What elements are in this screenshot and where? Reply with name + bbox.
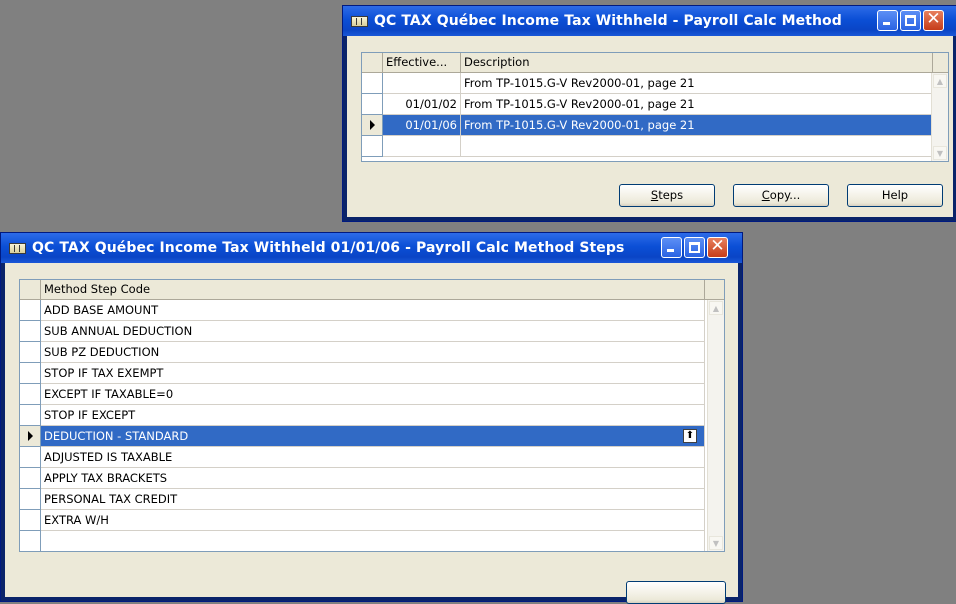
help-label: Help (881, 188, 909, 202)
effective-cell[interactable] (383, 73, 461, 94)
row-selector[interactable] (20, 342, 41, 363)
close-icon: ✕ (710, 236, 725, 256)
method-step-code-cell[interactable]: APPLY TAX BRACKETS (41, 468, 705, 489)
row-selector[interactable] (362, 94, 383, 115)
row-selector[interactable] (20, 384, 41, 405)
table-row-empty[interactable] (362, 136, 933, 157)
table-row[interactable]: 01/01/02 From TP-1015.G-V Rev2000-01, pa… (362, 94, 933, 115)
title-bar[interactable]: QC TAX Québec Income Tax Withheld 01/01/… (1, 233, 742, 263)
close-button[interactable]: ✕ (923, 9, 944, 31)
window-client: Method Step Code ADD BASE AMOUNT SUB ANNU… (5, 263, 738, 604)
table-row[interactable]: SUB PZ DEDUCTION (20, 342, 705, 363)
table-row[interactable]: PERSONAL TAX CREDIT (20, 489, 705, 510)
method-step-code-cell[interactable]: ADD BASE AMOUNT (41, 300, 705, 321)
header-filler (705, 280, 724, 300)
method-step-code-cell[interactable]: PERSONAL TAX CREDIT (41, 489, 705, 510)
method-step-code-cell[interactable]: SUB ANNUAL DEDUCTION (41, 321, 705, 342)
method-steps-table: Method Step Code ADD BASE AMOUNT SUB ANNU… (19, 279, 725, 552)
header-selector (20, 280, 41, 300)
effective-cell[interactable]: 01/01/02 (383, 94, 461, 115)
row-selector[interactable] (20, 447, 41, 468)
calc-method-steps-window: QC TAX Québec Income Tax Withheld 01/01/… (0, 232, 743, 604)
table-row[interactable]: ADJUSTED IS TAXABLE (20, 447, 705, 468)
window-title: QC TAX Québec Income Tax Withheld - Payr… (374, 13, 842, 29)
table-row[interactable]: EXCEPT IF TAXABLE=0 (20, 384, 705, 405)
row-selector[interactable] (20, 531, 41, 551)
method-step-code-cell[interactable]: STOP IF EXCEPT (41, 405, 705, 426)
minimize-icon (667, 249, 674, 252)
app-icon (9, 242, 26, 254)
table-row[interactable]: From TP-1015.G-V Rev2000-01, page 21 (362, 73, 933, 94)
row-selector[interactable] (20, 321, 41, 342)
partial-button[interactable] (626, 581, 726, 604)
description-cell[interactable] (461, 136, 933, 157)
table-row[interactable]: SUB ANNUAL DEDUCTION (20, 321, 705, 342)
method-step-code-cell[interactable]: DEDUCTION - STANDARD (41, 426, 705, 447)
table-row[interactable]: APPLY TAX BRACKETS (20, 468, 705, 489)
window-client: Effective... Description From TP-1015.G-… (347, 36, 953, 217)
table-row[interactable]: EXTRA W/H (20, 510, 705, 531)
row-selector[interactable] (20, 489, 41, 510)
column-header-method-step-code[interactable]: Method Step Code (41, 280, 705, 300)
table-row-selected[interactable]: DEDUCTION - STANDARD ⬆ (20, 426, 705, 447)
row-selector[interactable] (362, 136, 383, 157)
row-selector[interactable] (20, 300, 41, 321)
table-row-selected[interactable]: 01/01/06 From TP-1015.G-V Rev2000-01, pa… (362, 115, 933, 136)
minimize-button[interactable] (877, 10, 898, 31)
method-step-code-cell[interactable] (41, 531, 705, 551)
steps-label: teps (658, 188, 684, 202)
close-button[interactable]: ✕ (707, 236, 728, 258)
method-step-code-cell[interactable]: STOP IF TAX EXEMPT (41, 363, 705, 384)
effective-cell[interactable]: 01/01/06 (383, 115, 461, 136)
description-cell[interactable]: From TP-1015.G-V Rev2000-01, page 21 (461, 94, 933, 115)
row-selector[interactable] (362, 73, 383, 94)
table-row[interactable]: STOP IF EXCEPT (20, 405, 705, 426)
row-selector[interactable] (20, 405, 41, 426)
scroll-up-icon[interactable]: ▲ (933, 74, 947, 88)
minimize-button[interactable] (661, 237, 682, 258)
copy-label: opy... (769, 188, 801, 202)
vertical-scrollbar[interactable]: ▲ ▼ (707, 300, 724, 551)
vertical-scrollbar[interactable]: ▲ ▼ (931, 73, 948, 161)
method-step-code-cell[interactable]: EXCEPT IF TAXABLE=0 (41, 384, 705, 405)
table-row[interactable]: STOP IF TAX EXEMPT (20, 363, 705, 384)
payroll-calc-method-window: QC TAX Québec Income Tax Withheld - Payr… (342, 5, 956, 222)
scroll-up-icon[interactable]: ▲ (709, 301, 723, 315)
row-selector[interactable] (20, 468, 41, 489)
minimize-icon (883, 22, 890, 25)
row-selector[interactable] (20, 363, 41, 384)
current-row-indicator[interactable] (20, 426, 41, 447)
maximize-icon (689, 242, 700, 253)
lookup-arrow-icon[interactable]: ⬆ (683, 429, 697, 443)
column-header-description[interactable]: Description (461, 53, 933, 73)
maximize-button[interactable] (900, 10, 921, 31)
window-title: QC TAX Québec Income Tax Withheld 01/01/… (32, 240, 625, 256)
copy-accelerator: C (761, 188, 770, 202)
effective-cell[interactable] (383, 136, 461, 157)
method-step-code-cell[interactable]: ADJUSTED IS TAXABLE (41, 447, 705, 468)
scroll-down-icon[interactable]: ▼ (709, 536, 723, 550)
current-row-indicator[interactable] (362, 115, 383, 136)
method-step-code-cell[interactable]: SUB PZ DEDUCTION (41, 342, 705, 363)
column-header-effective[interactable]: Effective... (383, 53, 461, 73)
close-icon: ✕ (926, 9, 941, 29)
table-row[interactable] (20, 531, 705, 551)
title-bar[interactable]: QC TAX Québec Income Tax Withheld - Payr… (343, 6, 956, 36)
method-step-code-cell[interactable]: EXTRA W/H (41, 510, 705, 531)
maximize-icon (905, 15, 916, 26)
header-selector (362, 53, 383, 73)
app-icon (351, 15, 368, 27)
scroll-down-icon[interactable]: ▼ (933, 146, 947, 160)
copy-button[interactable]: Copy... (733, 184, 829, 207)
description-cell[interactable]: From TP-1015.G-V Rev2000-01, page 21 (461, 73, 933, 94)
table-row[interactable]: ADD BASE AMOUNT (20, 300, 705, 321)
header-filler (933, 53, 948, 73)
maximize-button[interactable] (684, 237, 705, 258)
methods-table: Effective... Description From TP-1015.G-… (361, 52, 949, 162)
steps-button[interactable]: Steps (619, 184, 715, 207)
description-cell[interactable]: From TP-1015.G-V Rev2000-01, page 21 (461, 115, 933, 136)
help-button[interactable]: Help (847, 184, 943, 207)
row-selector[interactable] (20, 510, 41, 531)
